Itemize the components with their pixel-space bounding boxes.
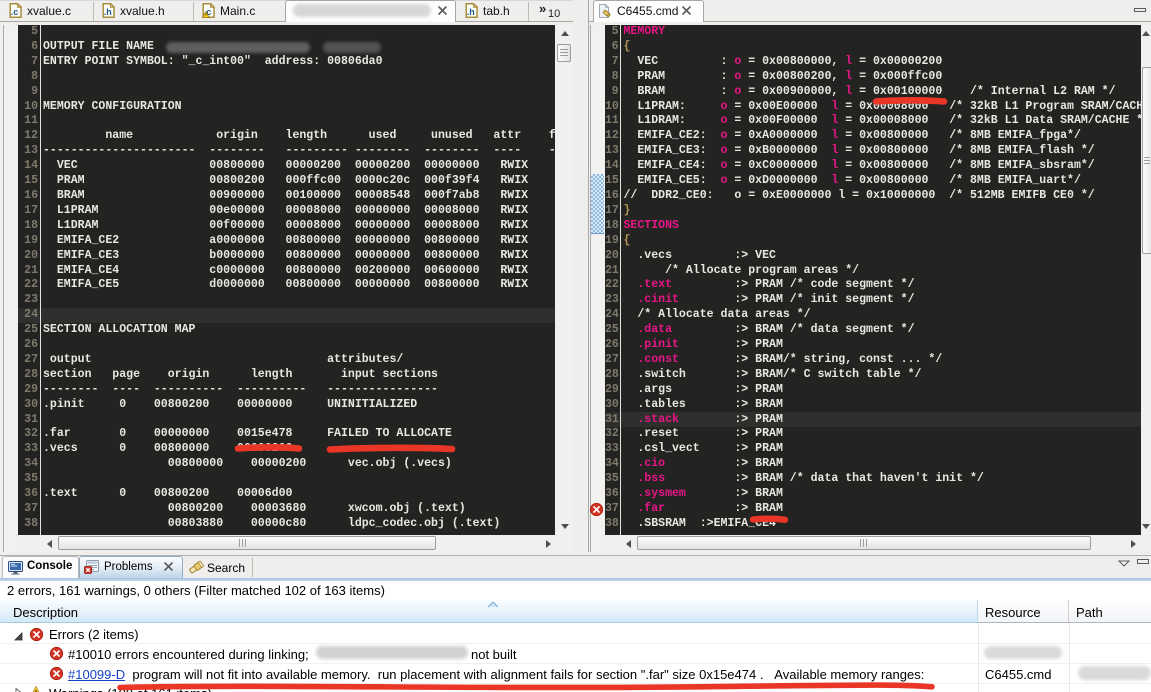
svg-text:.h: .h (104, 7, 112, 17)
svg-text:.h: .h (467, 7, 475, 17)
svg-text:.c: .c (11, 7, 19, 17)
